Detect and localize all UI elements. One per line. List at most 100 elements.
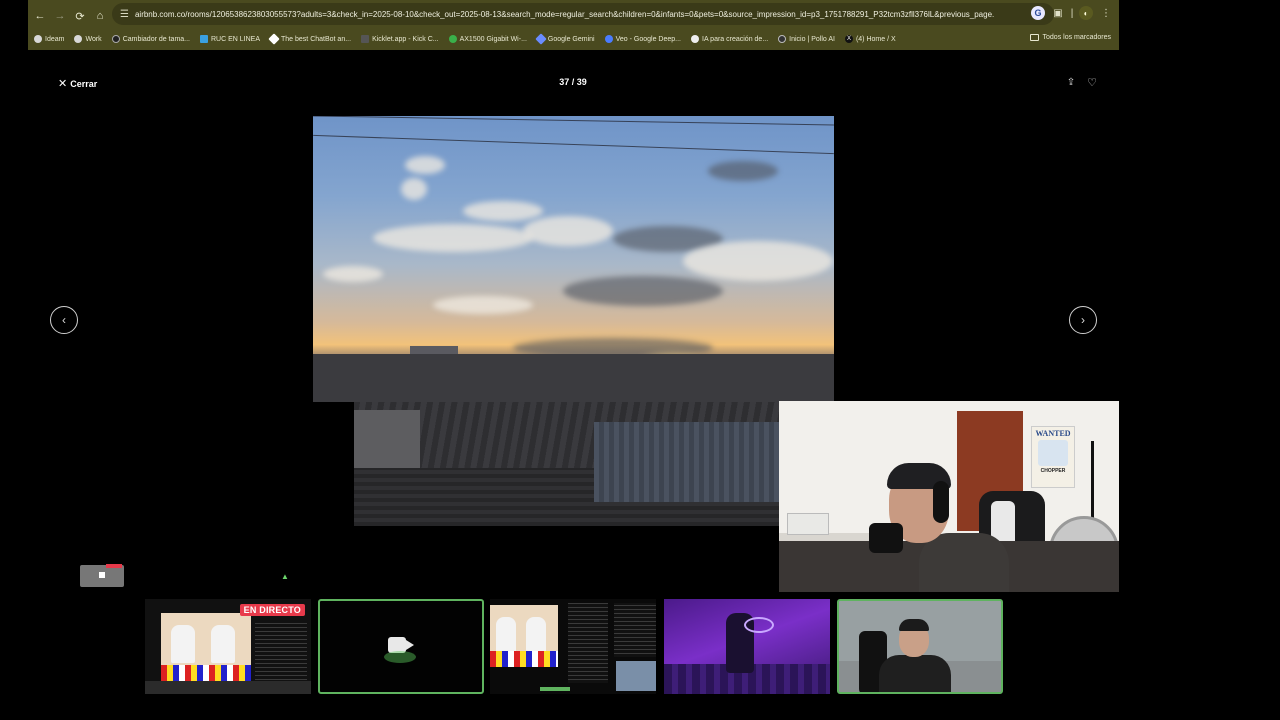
scene-preview-image xyxy=(161,613,251,681)
photo-rooftops xyxy=(313,354,834,402)
close-gallery-button[interactable]: ✕ Cerrar xyxy=(58,77,97,90)
bookmark-item[interactable]: Inicio | Pollo AI xyxy=(778,35,835,43)
address-url[interactable]: airbnb.com.co/rooms/1206538623803055573?… xyxy=(135,10,995,19)
webcam-printer xyxy=(787,513,829,535)
photo-cloud xyxy=(433,296,533,314)
x-logo-icon: X xyxy=(844,35,853,43)
chat-bubble-thumbnail[interactable] xyxy=(80,564,124,587)
all-bookmarks-button[interactable]: Todos los marcadores xyxy=(1029,34,1111,41)
address-bar[interactable]: ☰ airbnb.com.co/rooms/120653862380305557… xyxy=(112,3,1054,25)
folder-icon xyxy=(1029,34,1039,41)
back-icon[interactable]: ← xyxy=(30,6,50,26)
scene-preview-image xyxy=(490,605,558,667)
preview-flag xyxy=(490,651,558,667)
forward-icon[interactable]: → xyxy=(50,6,70,26)
camera-glow xyxy=(384,651,416,663)
gallery-photo xyxy=(313,116,834,402)
scene-tile-obs[interactable] xyxy=(318,599,484,694)
next-photo-button[interactable]: › xyxy=(1069,306,1097,334)
scene-preview-body xyxy=(879,655,951,692)
bookmark-favicon-icon xyxy=(448,35,457,43)
bookmark-item[interactable]: RUC EN LINEA xyxy=(200,35,260,43)
chevron-left-icon: ‹ xyxy=(62,313,66,327)
bookmark-item[interactable]: Ideam xyxy=(34,35,64,43)
close-icon: ✕ xyxy=(58,78,68,90)
menu-dots-icon[interactable]: ⋮ xyxy=(1099,6,1113,20)
webcam-overlay: WANTED CHOPPER xyxy=(779,401,1119,592)
wanted-poster: WANTED CHOPPER xyxy=(1031,426,1075,488)
bookmark-item[interactable]: IA para creación de... xyxy=(691,35,768,43)
bookmark-item[interactable]: Google Gemini xyxy=(535,33,595,45)
bookmarks-bar: Ideam Work Cambiador de tama... RUC EN L… xyxy=(28,31,1119,47)
google-account-icon[interactable]: G xyxy=(1031,6,1045,20)
camera-indicator-icon: ▲ xyxy=(281,572,289,581)
poster-art xyxy=(1038,440,1068,466)
bookmark-favicon-icon xyxy=(778,35,787,43)
bookmark-favicon-icon xyxy=(111,35,120,43)
gallery-photo-lower xyxy=(354,402,779,526)
microphone-icon xyxy=(869,523,903,553)
scene-preview-hair xyxy=(899,619,929,631)
headset-icon xyxy=(933,481,949,523)
preview-person xyxy=(211,625,235,663)
preview-person xyxy=(171,625,195,663)
bookmark-item[interactable]: Kicklet.app - Kick C... xyxy=(361,35,439,43)
profile-avatar-icon[interactable]: ◐ xyxy=(1079,6,1093,20)
bookmark-item[interactable]: AX1500 Gigabit Wi-... xyxy=(448,35,527,43)
photo-cloud xyxy=(708,161,778,181)
bookmark-item[interactable]: Work xyxy=(74,35,102,43)
previous-photo-button[interactable]: ‹ xyxy=(50,306,78,334)
bookmark-item[interactable]: The best ChatBot an... xyxy=(268,33,351,45)
bookmark-favicon-icon xyxy=(268,33,280,45)
photo-tin-roof xyxy=(594,422,779,502)
extensions-icon[interactable]: ▣ xyxy=(1051,6,1065,20)
share-icon[interactable]: ⇪ xyxy=(1065,77,1077,89)
divider-icon: | xyxy=(1070,7,1074,19)
chevron-right-icon: › xyxy=(1081,313,1085,327)
scene-preview-progress xyxy=(540,687,570,691)
bookmark-favicon-icon xyxy=(200,35,208,43)
reload-icon[interactable]: ⟳ xyxy=(70,6,90,26)
bubble-tag xyxy=(106,564,122,568)
heart-icon[interactable]: ♡ xyxy=(1086,76,1098,89)
bookmark-favicon-icon xyxy=(604,35,613,43)
photo-power-line xyxy=(313,116,834,126)
camera-icon xyxy=(384,631,416,663)
photo-cloud xyxy=(401,178,427,200)
preview-flag xyxy=(161,665,251,681)
streamer xyxy=(869,463,1009,592)
scene-preview-chat xyxy=(568,603,608,683)
photo-counter: 37 / 39 xyxy=(559,77,587,87)
scene-tile-camera[interactable] xyxy=(837,599,1003,694)
scene-preview-webcam xyxy=(616,661,656,691)
scene-tile-screen[interactable] xyxy=(490,599,656,694)
bookmark-favicon-icon xyxy=(361,35,370,43)
photo-cloud xyxy=(405,156,445,174)
scene-preview-glow xyxy=(744,617,774,633)
bookmark-item[interactable]: Cambiador de tama... xyxy=(111,35,190,43)
bookmark-item[interactable]: Veo - Google Deep... xyxy=(604,35,681,43)
scene-tile-brb[interactable] xyxy=(664,599,830,694)
photo-power-line xyxy=(313,134,834,155)
preview-person xyxy=(526,617,546,655)
photo-cloud xyxy=(563,276,723,306)
photo-cloud xyxy=(373,224,533,252)
live-badge: EN DIRECTO xyxy=(239,604,305,616)
site-info-icon[interactable]: ☰ xyxy=(120,9,129,20)
toolbar-right: G ▣ | ◐ ⋮ xyxy=(1031,6,1113,20)
scene-preview-chat xyxy=(255,621,307,687)
preview-person xyxy=(496,617,516,655)
chat-icon xyxy=(99,572,105,578)
scene-tile-live[interactable]: EN DIRECTO xyxy=(145,599,311,694)
poster-name: CHOPPER xyxy=(1040,468,1066,474)
streamer-torso xyxy=(919,533,1009,592)
poster-title: WANTED xyxy=(1035,429,1071,438)
scene-preview-chat xyxy=(614,603,656,657)
camera-lens xyxy=(406,640,414,650)
browser-window: ← → ⟳ ⌂ ☰ airbnb.com.co/rooms/1206538623… xyxy=(28,0,1119,50)
bookmark-favicon-icon xyxy=(535,33,547,45)
photo-cloud xyxy=(463,201,543,221)
bookmark-item[interactable]: X (4) Home / X xyxy=(844,35,896,43)
home-icon[interactable]: ⌂ xyxy=(90,6,110,26)
bookmark-favicon-icon xyxy=(34,35,42,43)
